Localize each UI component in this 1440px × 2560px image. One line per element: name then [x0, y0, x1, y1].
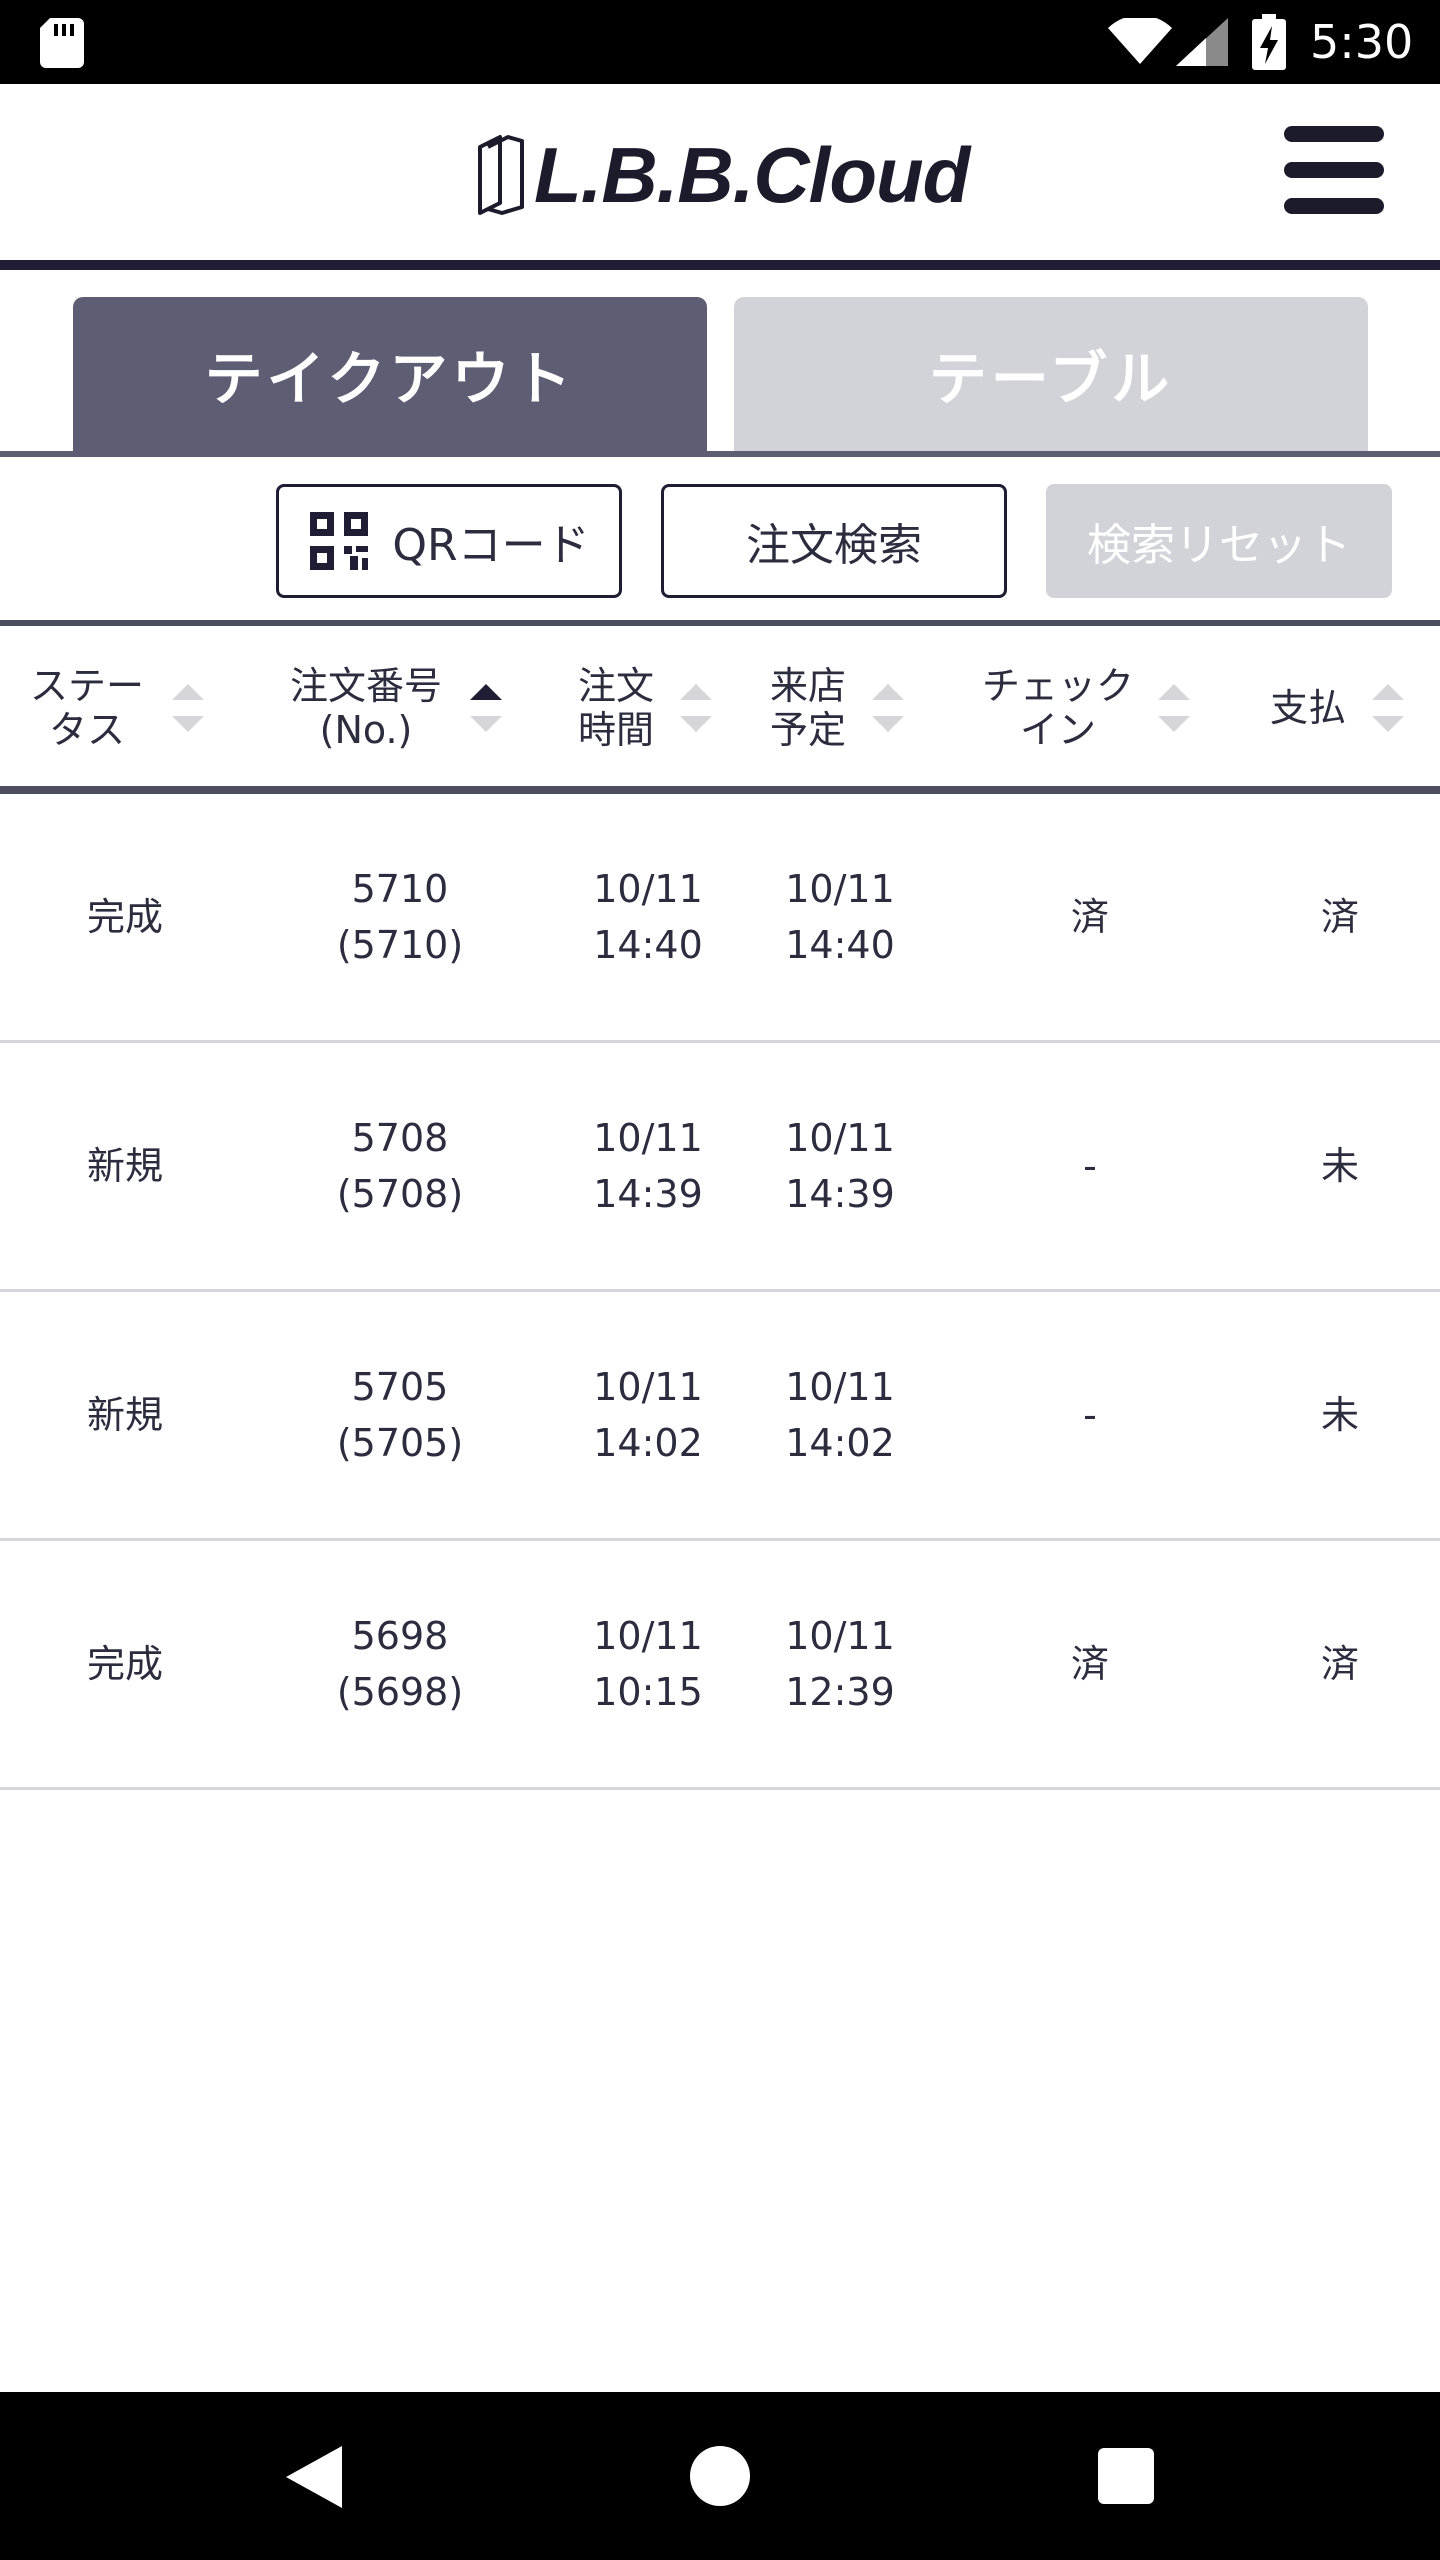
cell-payment: 未 — [1320, 1393, 1359, 1437]
hamburger-menu-button[interactable] — [1278, 126, 1388, 218]
recents-icon[interactable] — [1098, 2448, 1154, 2504]
status-clock: 5:30 — [1310, 15, 1414, 69]
cell-status: 完成 — [86, 895, 163, 939]
tab-table[interactable]: テーブル — [734, 297, 1368, 451]
column-header-label: チェック イン — [982, 664, 1135, 752]
order-search-button[interactable]: 注文検索 — [661, 484, 1007, 598]
column-header-order-number[interactable]: 注文番号 (No.) — [290, 626, 530, 790]
column-header-label: 注文 時間 — [578, 664, 655, 752]
wifi-icon — [1108, 18, 1172, 64]
column-header-status[interactable]: ステー タス — [30, 626, 230, 790]
table-row[interactable]: 完成 5698 (5698) 10/11 10:15 10/11 12:39 済… — [0, 1541, 1440, 1790]
cell-order-number: 5705 (5705) — [336, 1365, 464, 1465]
sort-arrows-icon — [172, 684, 204, 732]
sd-card-icon — [40, 18, 84, 68]
qr-code-icon — [310, 512, 369, 570]
table-header-divider — [0, 786, 1440, 794]
sort-arrows-icon — [872, 684, 904, 732]
book-logo-icon — [478, 135, 524, 215]
column-header-visit-time[interactable]: 来店 予定 — [770, 626, 910, 790]
qr-code-button[interactable]: QRコード — [276, 484, 622, 598]
cell-status: 新規 — [86, 1393, 163, 1437]
tabs-divider — [0, 451, 1440, 457]
cell-order-number: 5698 (5698) — [336, 1614, 464, 1714]
menu-bar-icon — [1284, 126, 1384, 142]
cell-order-number: 5708 (5708) — [336, 1116, 464, 1216]
cell-visit-time: 10/11 14:40 — [785, 867, 895, 967]
system-navigation-bar — [0, 2392, 1440, 2560]
column-header-label: ステー タス — [30, 664, 145, 752]
header-divider — [0, 260, 1440, 270]
table-row[interactable]: 新規 5708 (5708) 10/11 14:39 10/11 14:39 -… — [0, 1043, 1440, 1292]
cell-order-number: 5710 (5710) — [336, 867, 464, 967]
cell-status: 新規 — [86, 1144, 163, 1188]
qr-code-label: QRコード — [392, 520, 590, 571]
search-reset-button: 検索リセット — [1046, 484, 1392, 598]
menu-bar-icon — [1284, 162, 1384, 178]
cell-payment: 済 — [1320, 895, 1359, 939]
cell-order-time: 10/11 10:15 — [593, 1614, 703, 1714]
table-row[interactable]: 新規 5705 (5705) 10/11 14:02 10/11 14:02 -… — [0, 1292, 1440, 1541]
cell-checkin: 済 — [1070, 895, 1109, 939]
cell-order-time: 10/11 14:40 — [593, 867, 703, 967]
status-bar: 5:30 — [0, 0, 1440, 84]
cell-checkin: - — [1083, 1393, 1097, 1437]
column-header-label: 注文番号 (No.) — [290, 664, 443, 752]
sort-arrows-icon — [1158, 684, 1190, 732]
column-header-checkin[interactable]: チェック イン — [982, 626, 1202, 790]
table-row[interactable]: 完成 5710 (5710) 10/11 14:40 10/11 14:40 済… — [0, 794, 1440, 1043]
tab-takeout[interactable]: テイクアウト — [73, 297, 707, 451]
home-icon[interactable] — [690, 2446, 750, 2506]
column-header-order-time[interactable]: 注文 時間 — [578, 626, 718, 790]
cell-visit-time: 10/11 14:02 — [785, 1365, 895, 1465]
cell-status: 完成 — [86, 1642, 163, 1686]
cell-checkin: - — [1083, 1144, 1097, 1188]
back-icon[interactable] — [286, 2446, 342, 2508]
menu-bar-icon — [1284, 198, 1384, 214]
column-header-payment[interactable]: 支払 — [1270, 626, 1420, 790]
sort-arrows-icon — [680, 684, 712, 732]
cell-checkin: 済 — [1070, 1642, 1109, 1686]
battery-charging-icon — [1252, 14, 1286, 70]
signal-icon — [1176, 18, 1228, 66]
cell-visit-time: 10/11 12:39 — [785, 1614, 895, 1714]
cell-order-time: 10/11 14:39 — [593, 1116, 703, 1216]
sort-ascending-icon — [470, 684, 502, 732]
cell-visit-time: 10/11 14:39 — [785, 1116, 895, 1216]
cell-payment: 未 — [1320, 1144, 1359, 1188]
app-header: L.B.B.Cloud — [0, 84, 1440, 260]
column-header-label: 来店 予定 — [770, 664, 847, 752]
sort-arrows-icon — [1372, 684, 1404, 732]
cell-order-time: 10/11 14:02 — [593, 1365, 703, 1465]
column-header-label: 支払 — [1270, 686, 1347, 730]
logo-text: L.B.B.Cloud — [534, 130, 970, 219]
app-logo: L.B.B.Cloud — [470, 130, 970, 219]
cell-payment: 済 — [1320, 1642, 1359, 1686]
